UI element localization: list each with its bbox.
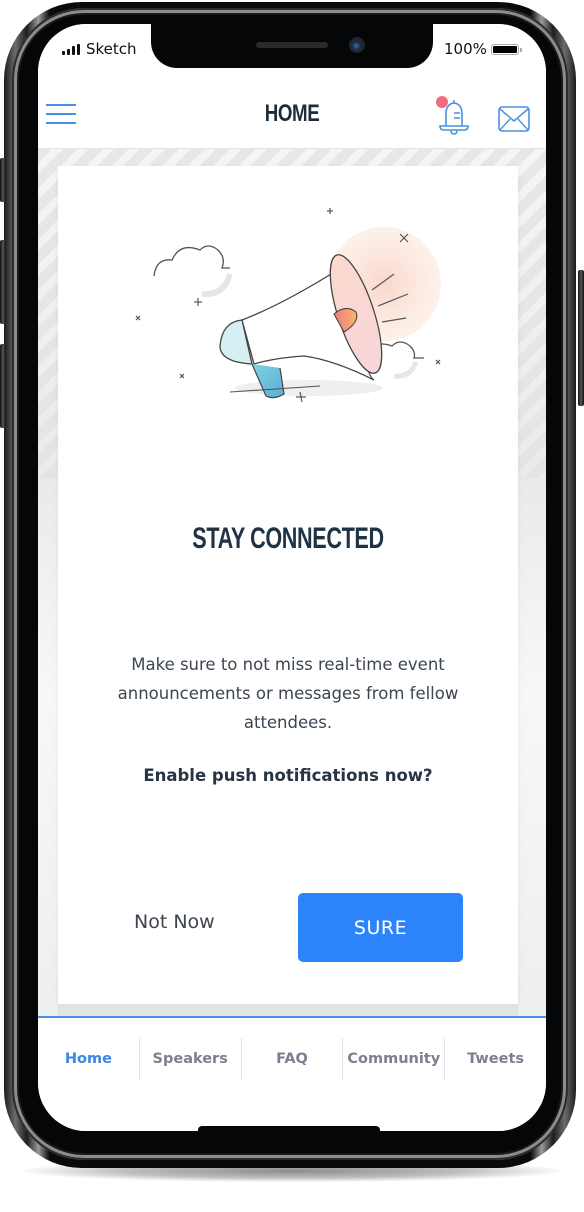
card-title: STAY CONNECTED — [192, 522, 384, 555]
card-description: Make sure to not miss real-time event an… — [117, 655, 459, 732]
not-now-button[interactable]: Not Now — [134, 908, 254, 936]
push-notification-card: STAY CONNECTED Make sure to not miss rea… — [58, 166, 518, 1004]
mute-switch — [0, 158, 6, 202]
volume-up-button — [0, 240, 6, 324]
home-indicator — [198, 1126, 380, 1131]
signal-bars-icon — [62, 44, 80, 55]
phone-screen: Sketch 100% HOME STAY CONNECTED Make sur… — [38, 24, 546, 1131]
notch — [151, 24, 433, 68]
notification-badge — [436, 96, 448, 108]
power-button — [578, 270, 584, 406]
front-camera — [349, 37, 365, 53]
card-footer-strip — [58, 1004, 518, 1016]
notifications-button[interactable] — [436, 96, 472, 136]
tab-speakers[interactable]: Speakers — [138, 1038, 241, 1080]
tab-faq[interactable]: FAQ — [240, 1038, 343, 1080]
megaphone-illustration — [135, 208, 441, 403]
hamburger-menu-icon[interactable] — [46, 104, 76, 128]
envelope-icon — [498, 106, 530, 132]
bottom-tab-bar: Home Speakers FAQ Community Tweets — [38, 1016, 546, 1131]
battery-percent: 100% — [444, 40, 487, 58]
sure-button[interactable]: SURE — [298, 893, 463, 962]
speaker-grille — [256, 42, 328, 48]
tab-tweets[interactable]: Tweets — [444, 1038, 546, 1080]
page-title: HOME — [264, 100, 320, 127]
volume-down-button — [0, 344, 6, 428]
messages-button[interactable] — [498, 106, 530, 132]
carrier-name: Sketch — [86, 40, 137, 58]
card-question: Enable push notifications now? — [143, 766, 433, 785]
tab-home[interactable]: Home — [38, 1038, 139, 1080]
battery-full-icon — [491, 44, 522, 55]
tab-community[interactable]: Community — [342, 1038, 444, 1080]
app-header: HOME — [38, 74, 546, 149]
